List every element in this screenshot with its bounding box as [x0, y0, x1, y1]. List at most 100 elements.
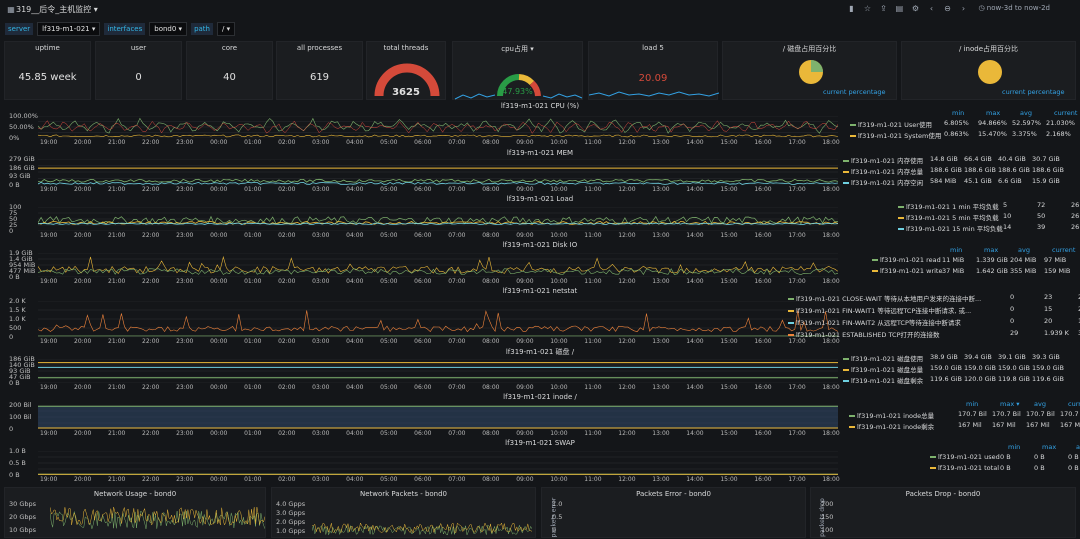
star-icon[interactable]: ☆: [862, 3, 872, 13]
legend-item[interactable]: lf319-m1-021 write: [872, 267, 942, 275]
legend-col-header[interactable]: max: [986, 109, 1000, 117]
legend-item[interactable]: lf319-m1-021 5 min 平均负载: [898, 212, 999, 222]
legend-item[interactable]: lf319-m1-021 CLOSE-WAIT 等待从本地用户发来的连接中断..…: [788, 293, 981, 303]
legend-item[interactable]: lf319-m1-021 磁盘剩余: [843, 375, 923, 385]
x-tick: 11:00: [584, 186, 602, 193]
variables-bar: server lf319-m1-021 ▾ interfaces bond0 ▾…: [0, 20, 1080, 38]
legend-col-header[interactable]: avg: [1034, 400, 1046, 408]
legend-col-header[interactable]: current: [1052, 246, 1075, 254]
legend-col-header[interactable]: avg: [1020, 109, 1032, 117]
legend-item[interactable]: lf319-m1-021 磁盘总量: [843, 364, 923, 374]
dashboard-title[interactable]: 319__后令_主机监控 ▾: [16, 4, 98, 15]
stat-disk-percent[interactable]: / 磁盘占用百分比 current percentage: [722, 41, 897, 100]
legend-col-header[interactable]: avg: [1076, 443, 1080, 451]
stat-load5[interactable]: load 5 20.09: [588, 41, 719, 100]
panel-mem[interactable]: lf319-m1-021 MEM 279 GiB 186 GiB 93 GiB 0 B1…: [0, 149, 1080, 195]
legend-col-header[interactable]: max: [984, 246, 998, 254]
legend-item[interactable]: lf319-m1-021 内存总量: [843, 166, 923, 176]
legend-item[interactable]: lf319-m1-021 15 min 平均负载: [898, 223, 1003, 233]
zoom-forward-icon[interactable]: ›: [958, 3, 968, 13]
zoom-out-icon[interactable]: ⊖: [942, 3, 952, 13]
x-tick: 15:00: [720, 232, 738, 239]
stat-threads[interactable]: total threads 3625: [366, 41, 446, 100]
x-tick: 18:00: [822, 278, 840, 285]
legend-item[interactable]: lf319-m1-021 1 min 平均负载: [898, 201, 999, 211]
save-icon[interactable]: ▤: [894, 3, 904, 13]
panel-disk[interactable]: lf319-m1-021 磁盘 /186 GiB 140 GiB 93 GiB 47 …: [0, 347, 1080, 393]
legend-item[interactable]: lf319-m1-021 System使用: [850, 130, 941, 140]
x-tick: 23:00: [176, 384, 194, 391]
x-tick: 00:00: [210, 338, 228, 345]
x-tick: 01:00: [244, 186, 262, 193]
legend-item[interactable]: lf319-m1-021 inode剩余: [849, 421, 934, 431]
var-select-interfaces[interactable]: bond0 ▾: [149, 22, 188, 36]
var-select-path[interactable]: / ▾: [216, 22, 236, 36]
stat-uptime[interactable]: uptime 45.85 week: [4, 41, 91, 100]
x-tick: 01:00: [244, 232, 262, 239]
x-tick: 00:00: [210, 430, 228, 437]
stat-processes[interactable]: all processes 619: [276, 41, 363, 100]
series-line: [312, 524, 532, 536]
add-panel-icon[interactable]: ▮: [846, 3, 856, 13]
dashboard-grid-icon[interactable]: ▦: [6, 4, 16, 14]
x-tick: 22:00: [142, 232, 160, 239]
x-tick: 10:00: [550, 139, 568, 146]
legend-col-header[interactable]: current: [1068, 400, 1080, 408]
x-tick: 19:00: [40, 278, 58, 285]
legend-label: lf319-m1-021 read: [880, 256, 941, 264]
legend-item[interactable]: lf319-m1-021 User使用: [850, 119, 932, 129]
legend-col-header[interactable]: min: [950, 246, 962, 254]
legend-col-header[interactable]: max ▾: [1000, 400, 1020, 408]
x-tick: 06:00: [414, 186, 432, 193]
panel-net-usage[interactable]: Network Usage - bond0 30 Gbps 20 Gbps 10…: [4, 487, 266, 538]
time-range-picker[interactable]: ◷ now-3d to now-2d: [978, 4, 1050, 12]
legend-label: lf319-m1-021 inode剩余: [857, 423, 935, 431]
x-tick: 09:00: [516, 430, 534, 437]
series-line: [38, 181, 838, 185]
legend-col-header[interactable]: max: [1042, 443, 1056, 451]
legend-col-header[interactable]: min: [952, 109, 964, 117]
stat-user[interactable]: user 0: [95, 41, 182, 100]
x-tick: 07:00: [448, 186, 466, 193]
panel-cpu[interactable]: lf319-m1-021 CPU (%) 100.00% 50.00% 0% 19:00…: [0, 102, 1080, 148]
legend-col-header[interactable]: current: [1054, 109, 1077, 117]
stat-core[interactable]: core 40: [186, 41, 273, 100]
x-tick: 14:00: [686, 430, 704, 437]
panel-packets-drop[interactable]: Packets Drop - bond0 200 150 100 packets…: [810, 487, 1076, 538]
x-tick: 07:00: [448, 139, 466, 146]
legend-item[interactable]: lf319-m1-021 FIN-WAIT2 从远程TCP等待连接中断请求: [788, 317, 961, 327]
legend-item[interactable]: lf319-m1-021 read: [872, 256, 941, 264]
panel-inode[interactable]: lf319-m1-021 inode / 200 Bil 100 Bil 0 19:00…: [0, 393, 1080, 439]
x-tick: 00:00: [210, 186, 228, 193]
legend-swatch: [843, 182, 849, 184]
panel-diskio[interactable]: lf319-m1-021 Disk IO 1.9 GiB 1.4 GiB 954 Mi…: [0, 241, 1080, 287]
x-tick: 14:00: [686, 338, 704, 345]
legend-item[interactable]: lf319-m1-021 内存使用: [843, 155, 923, 165]
var-select-server[interactable]: lf319-m1-021 ▾: [37, 22, 101, 36]
stat-cpu[interactable]: cpu占用 ▾ 47.93%: [452, 41, 583, 100]
x-tick: 15:00: [720, 430, 738, 437]
legend-col-header[interactable]: min: [966, 400, 978, 408]
plot-area: [38, 301, 838, 337]
legend-item[interactable]: lf319-m1-021 FIN-WAIT1 等待远程TCP连接中断请求, 或.…: [788, 305, 971, 315]
panel-packets-error[interactable]: Packets Error - bond0 1.0 0.5 0 packets …: [541, 487, 806, 538]
stat-inode-percent[interactable]: / inode占用百分比 current percentage: [901, 41, 1076, 100]
legend-item[interactable]: lf319-m1-021 total: [930, 464, 999, 472]
legend-col-header[interactable]: avg: [1018, 246, 1030, 254]
share-icon[interactable]: ⇪: [878, 3, 888, 13]
legend-label: lf319-m1-021 5 min 平均负载: [906, 214, 999, 222]
legend-col-header[interactable]: min: [1008, 443, 1020, 451]
legend-item[interactable]: lf319-m1-021 磁盘使用: [843, 353, 923, 363]
legend-swatch: [930, 456, 936, 458]
panel-netstat[interactable]: lf319-m1-021 netstat 2.0 K 1.5 K 1.0 K 500 0 1…: [0, 287, 1080, 347]
settings-icon[interactable]: ⚙: [910, 3, 920, 13]
zoom-back-icon[interactable]: ‹: [926, 3, 936, 13]
legend-item[interactable]: lf319-m1-021 used: [930, 453, 1000, 461]
x-tick: 03:00: [312, 278, 330, 285]
legend-item[interactable]: lf319-m1-021 内存空闲: [843, 177, 923, 187]
panel-swap[interactable]: lf319-m1-021 SWAP 1.0 B 0.5 B 0 B 19:00 20:00…: [0, 439, 1080, 485]
legend-item[interactable]: lf319-m1-021 inode总量: [849, 410, 934, 420]
legend-item[interactable]: lf319-m1-021 ESTABLISHED TCP打开的连接数: [788, 329, 940, 339]
panel-net-packets[interactable]: Network Packets - bond0 4.0 Gpps 3.0 Gpp…: [271, 487, 536, 538]
panel-load[interactable]: lf319-m1-021 Load 100 75 50 25 0 19:00 20:00 21:…: [0, 195, 1080, 241]
